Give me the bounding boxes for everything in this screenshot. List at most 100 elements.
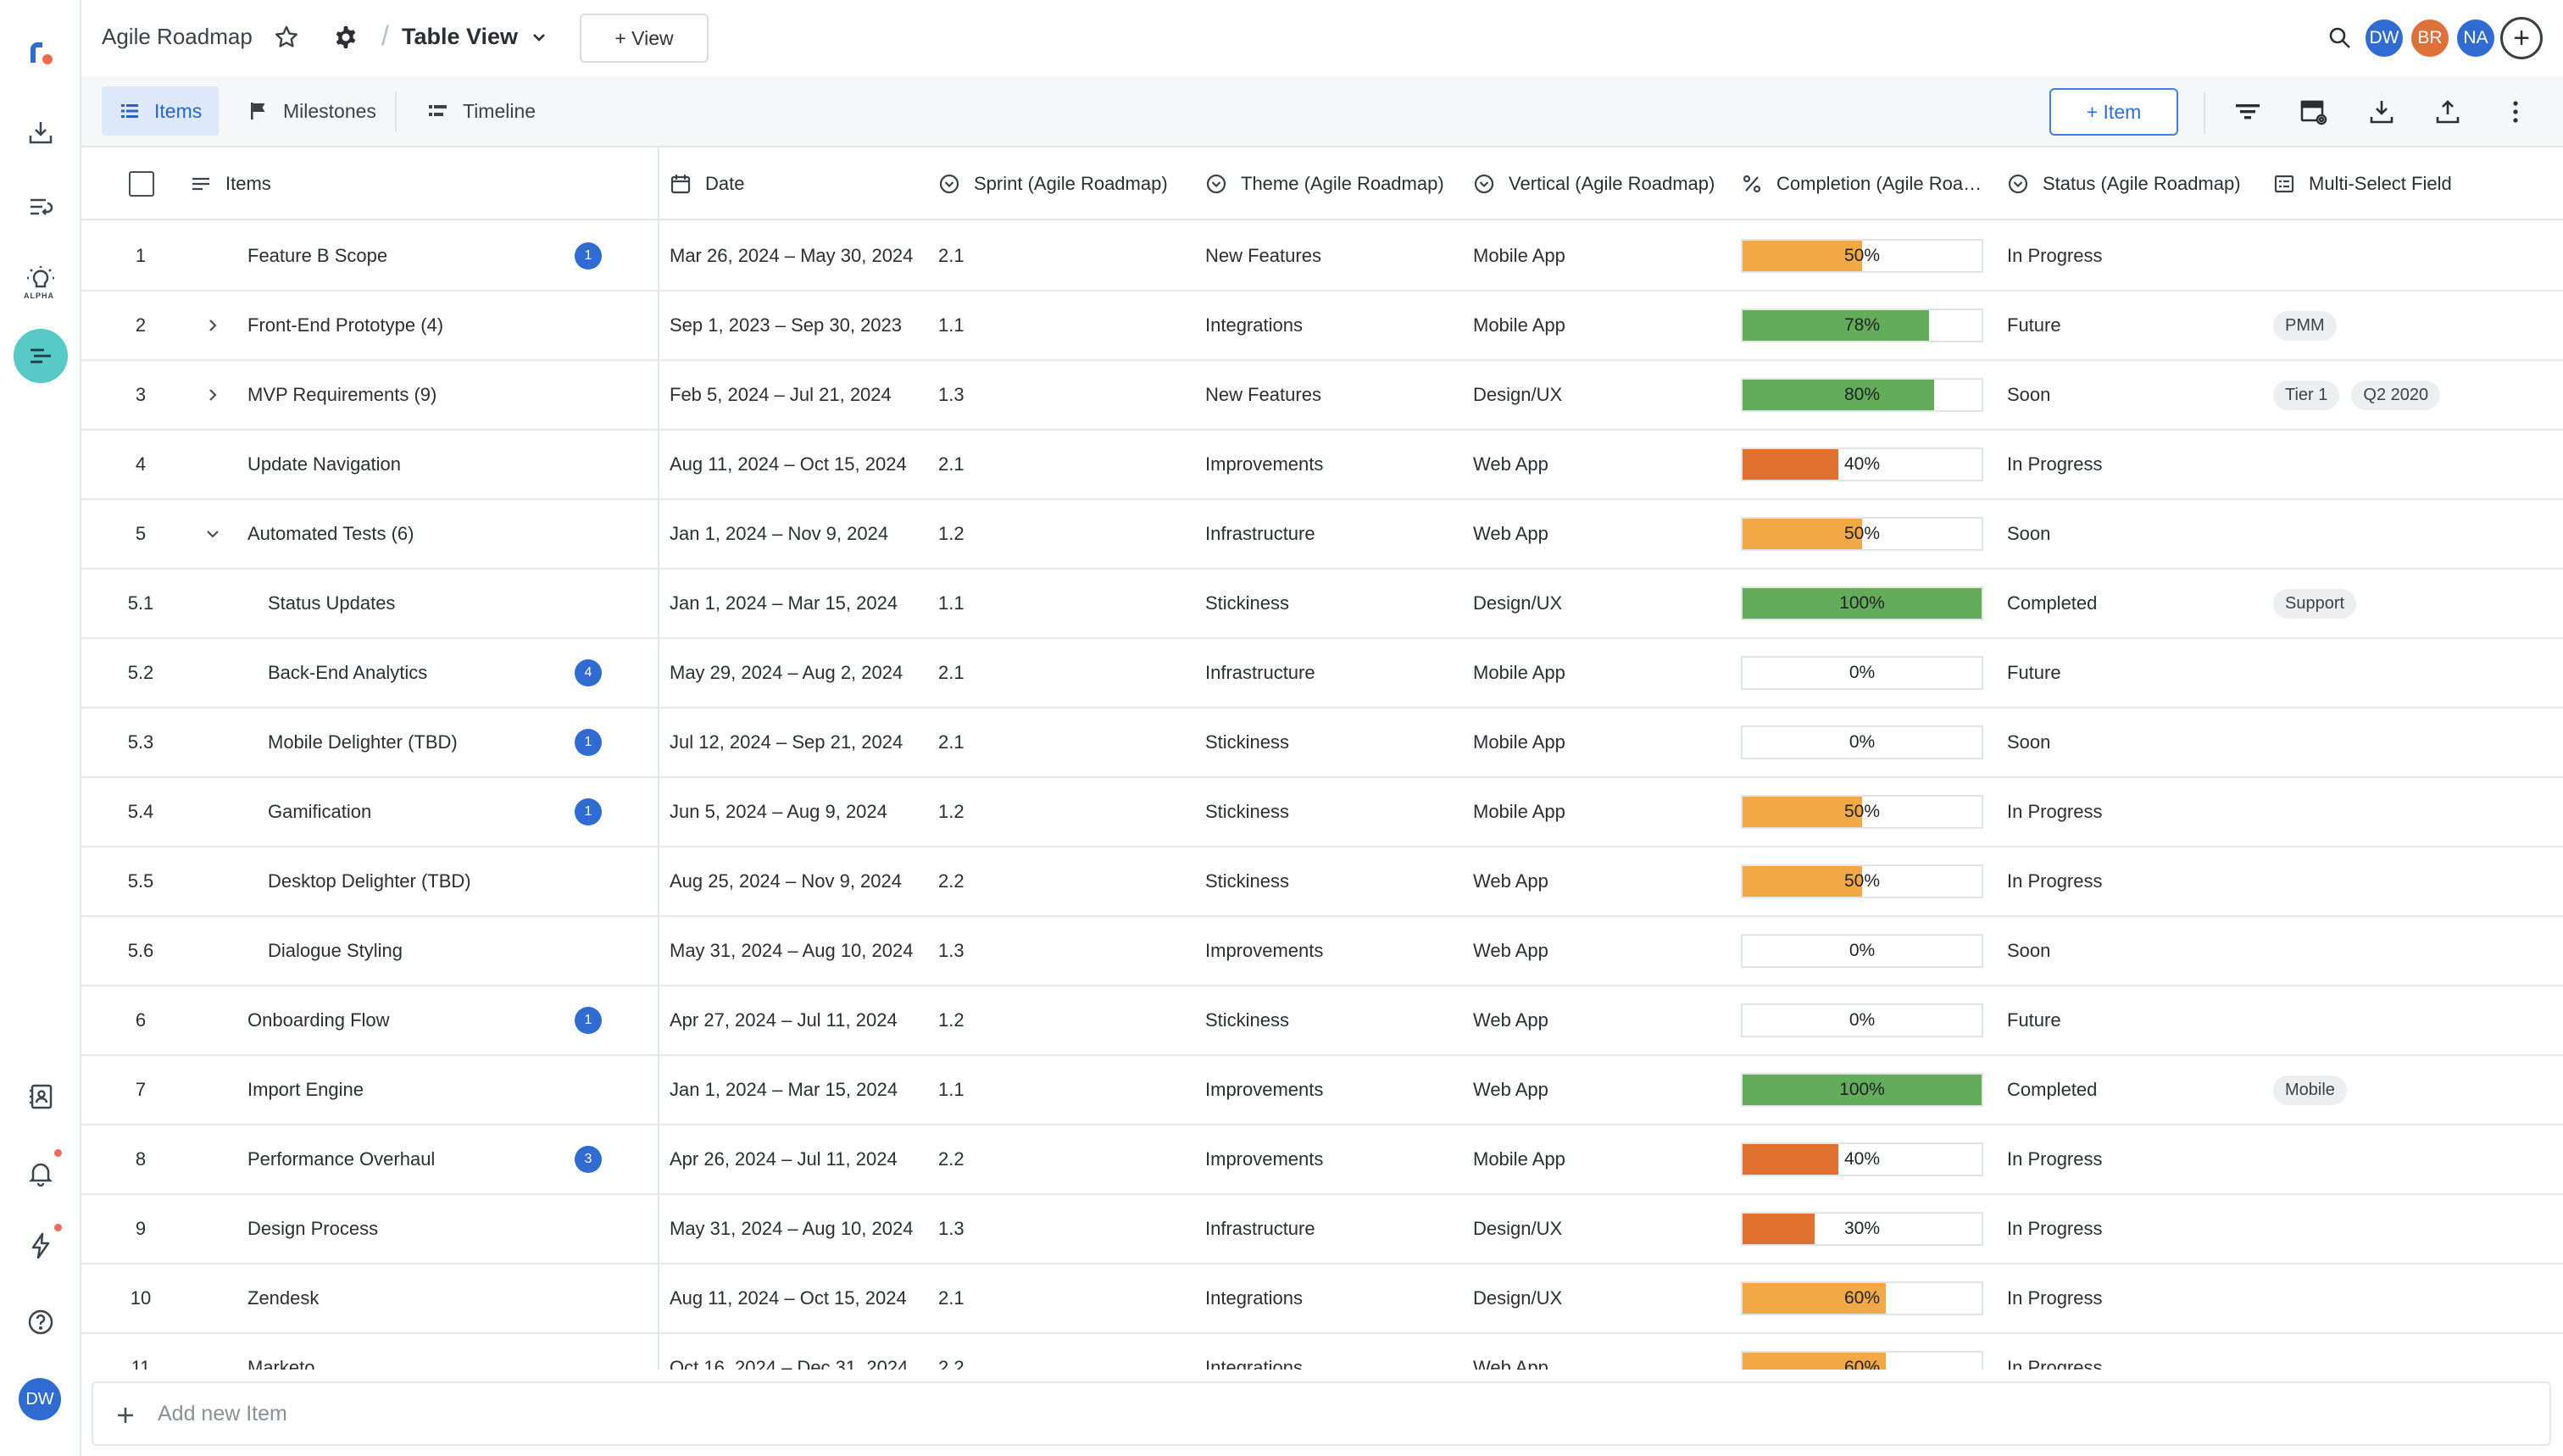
theme-value[interactable]: New Features: [1205, 361, 1321, 429]
comment-count-badge[interactable]: 4: [575, 639, 603, 707]
status-value[interactable]: Soon: [2007, 917, 2050, 985]
backlog-list-icon[interactable]: [14, 180, 68, 234]
table-row[interactable]: 11 Marketo Oct 16, 2024 – Dec 31, 2024 2.2 I…: [81, 1334, 2563, 1370]
status-value[interactable]: In Progress: [2007, 1195, 2103, 1263]
table-row[interactable]: 7 Import Engine Jan 1, 2024 – Mar 15, 2024…: [81, 1056, 2563, 1125]
chevron-right-icon[interactable]: [192, 361, 234, 429]
status-value[interactable]: In Progress: [2007, 1264, 2103, 1332]
status-value[interactable]: In Progress: [2007, 222, 2103, 290]
completion-cell[interactable]: 50%: [1741, 847, 1983, 915]
theme-value[interactable]: New Features: [1205, 222, 1321, 290]
search-icon[interactable]: [2326, 24, 2355, 53]
table-row[interactable]: 8 Performance Overhaul 3 Apr 26, 2024 – Jul…: [81, 1125, 2563, 1195]
completion-cell[interactable]: 100%: [1741, 570, 1983, 637]
sprint-value[interactable]: 1.2: [938, 778, 965, 846]
comment-count-badge[interactable]: 1: [575, 222, 603, 290]
sprint-value[interactable]: 2.2: [938, 1334, 965, 1370]
sprint-value[interactable]: 1.1: [938, 292, 965, 359]
date-range[interactable]: Mar 26, 2024 – May 30, 2024: [670, 222, 913, 290]
sprint-value[interactable]: 2.1: [938, 639, 965, 707]
sprint-value[interactable]: 1.3: [938, 917, 965, 985]
more-options-icon[interactable]: [2500, 97, 2531, 127]
vertical-value[interactable]: Mobile App: [1473, 1125, 1565, 1193]
item-name[interactable]: Performance Overhaul: [247, 1125, 435, 1193]
theme-value[interactable]: Integrations: [1205, 292, 1303, 359]
status-value[interactable]: In Progress: [2007, 431, 2103, 498]
status-value[interactable]: Completed: [2007, 570, 2097, 637]
vertical-value[interactable]: Design/UX: [1473, 1195, 1562, 1263]
chevron-down-icon[interactable]: [192, 500, 234, 568]
completion-cell[interactable]: 50%: [1741, 222, 1983, 290]
export-icon[interactable]: [2432, 97, 2463, 127]
date-range[interactable]: May 31, 2024 – Aug 10, 2024: [670, 917, 913, 985]
table-row[interactable]: 5.1 Status Updates Jan 1, 2024 – Mar 15, 2…: [81, 570, 2563, 639]
theme-value[interactable]: Infrastructure: [1205, 1195, 1315, 1263]
completion-cell[interactable]: 78%: [1741, 292, 1983, 359]
vertical-value[interactable]: Design/UX: [1473, 1264, 1562, 1332]
chevron-down-icon[interactable]: [527, 25, 551, 49]
item-name[interactable]: Import Engine: [247, 1056, 364, 1124]
item-name[interactable]: Update Navigation: [247, 431, 401, 498]
member-avatar[interactable]: NA: [2455, 17, 2497, 59]
table-row[interactable]: 5.4 Gamification 1 Jun 5, 2024 – Aug 9, 202…: [81, 778, 2563, 847]
completion-cell[interactable]: 0%: [1741, 986, 1983, 1054]
table-row[interactable]: 5.5 Desktop Delighter (TBD) Aug 25, 2024 –…: [81, 847, 2563, 917]
table-row[interactable]: 5.3 Mobile Delighter (TBD) 1 Jul 12, 2024 –…: [81, 709, 2563, 778]
theme-value[interactable]: Integrations: [1205, 1264, 1303, 1332]
table-row[interactable]: 4 Update Navigation Aug 11, 2024 – Oct 15,…: [81, 431, 2563, 500]
vertical-value[interactable]: Design/UX: [1473, 361, 1562, 429]
comment-count-badge[interactable]: 1: [575, 709, 603, 776]
sprint-value[interactable]: 1.3: [938, 361, 965, 429]
completion-cell[interactable]: 50%: [1741, 500, 1983, 568]
item-name[interactable]: Dialogue Styling: [268, 917, 403, 985]
date-range[interactable]: Feb 5, 2024 – Jul 21, 2024: [670, 361, 892, 429]
table-row[interactable]: 5.2 Back-End Analytics 4 May 29, 2024 – Aug…: [81, 639, 2563, 709]
completion-cell[interactable]: 40%: [1741, 1125, 1983, 1193]
theme-value[interactable]: Integrations: [1205, 1334, 1303, 1370]
contacts-book-icon[interactable]: [14, 1070, 68, 1124]
tab-timeline[interactable]: Timeline: [410, 86, 553, 136]
item-name[interactable]: Status Updates: [268, 570, 395, 637]
status-value[interactable]: Future: [2007, 292, 2061, 359]
item-name[interactable]: Automated Tests (6): [247, 500, 414, 568]
sprint-value[interactable]: 2.1: [938, 431, 965, 498]
completion-cell[interactable]: 0%: [1741, 639, 1983, 707]
tab-milestones[interactable]: Milestones: [231, 86, 393, 136]
date-range[interactable]: Jul 12, 2024 – Sep 21, 2024: [670, 709, 903, 776]
completion-cell[interactable]: 40%: [1741, 431, 1983, 498]
item-name[interactable]: Marketo: [247, 1334, 314, 1370]
completion-cell[interactable]: 60%: [1741, 1334, 1983, 1370]
completion-cell[interactable]: 100%: [1741, 1056, 1983, 1124]
table-row[interactable]: 5.6 Dialogue Styling May 31, 2024 – Aug 10…: [81, 917, 2563, 986]
theme-value[interactable]: Stickiness: [1205, 570, 1289, 637]
vertical-value[interactable]: Web App: [1473, 1056, 1548, 1124]
user-avatar[interactable]: DW: [19, 1378, 61, 1420]
column-header-items[interactable]: Items: [190, 147, 271, 220]
item-name[interactable]: Back-End Analytics: [268, 639, 427, 707]
column-header-sprint[interactable]: Sprint (Agile Roadmap): [938, 147, 1168, 220]
completion-cell[interactable]: 50%: [1741, 778, 1983, 846]
vertical-value[interactable]: Web App: [1473, 1334, 1548, 1370]
table-row[interactable]: 6 Onboarding Flow 1 Apr 27, 2024 – Jul 11, …: [81, 986, 2563, 1056]
member-avatar[interactable]: DW: [2363, 17, 2405, 59]
star-icon[interactable]: [273, 24, 300, 51]
breadcrumb-roadmap-name[interactable]: Agile Roadmap: [102, 24, 253, 50]
roadmap-nav-icon[interactable]: [14, 329, 68, 383]
customize-columns-icon[interactable]: [2299, 97, 2329, 127]
vertical-value[interactable]: Mobile App: [1473, 709, 1565, 776]
multiselect-tags[interactable]: Mobile: [2273, 1056, 2347, 1124]
table-row[interactable]: 2 Front-End Prototype (4) Sep 1, 2023 – Se…: [81, 292, 2563, 361]
completion-cell[interactable]: 60%: [1741, 1264, 1983, 1332]
multiselect-tags[interactable]: Tier 1 Q2 2020: [2273, 361, 2441, 429]
table-row[interactable]: 5 Automated Tests (6) Jan 1, 2024 – Nov 9,…: [81, 500, 2563, 570]
add-member-button[interactable]: +: [2500, 17, 2543, 59]
item-name[interactable]: MVP Requirements (9): [247, 361, 436, 429]
date-range[interactable]: Sep 1, 2023 – Sep 30, 2023: [670, 292, 902, 359]
status-value[interactable]: In Progress: [2007, 778, 2103, 846]
chevron-right-icon[interactable]: [192, 292, 234, 359]
sprint-value[interactable]: 1.2: [938, 986, 965, 1054]
item-name[interactable]: Mobile Delighter (TBD): [268, 709, 458, 776]
vertical-value[interactable]: Design/UX: [1473, 570, 1562, 637]
vertical-value[interactable]: Web App: [1473, 431, 1548, 498]
completion-cell[interactable]: 0%: [1741, 917, 1983, 985]
